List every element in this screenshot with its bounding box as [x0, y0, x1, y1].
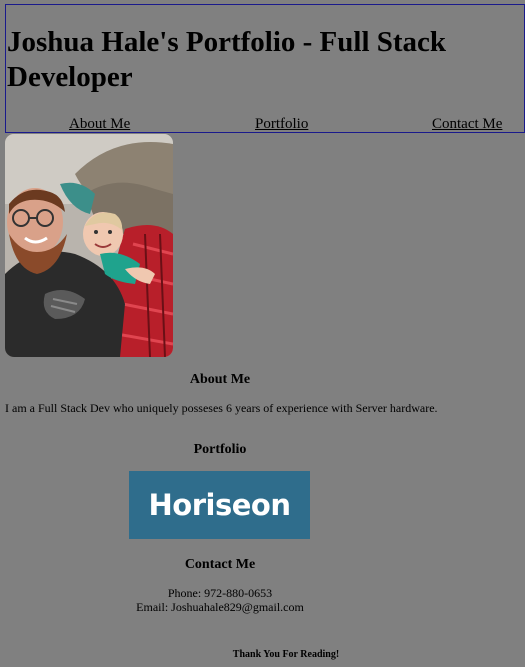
portfolio-heading: Portfolio [193, 442, 247, 457]
contact-email: Email: Joshuahale829@gmail.com [136, 600, 304, 614]
profile-photo-image [5, 134, 173, 357]
footer-message: Thank You For Reading! [232, 649, 340, 660]
about-text: I am a Full Stack Dev who uniquely posse… [5, 401, 438, 415]
site-header: Joshua Hale's Portfolio - Full Stack Dev… [5, 4, 525, 133]
profile-photo [5, 134, 173, 357]
page-title: Joshua Hale's Portfolio - Full Stack Dev… [7, 26, 447, 93]
contact-heading: Contact Me [184, 557, 256, 572]
nav-link-about-me[interactable]: About Me [69, 115, 130, 133]
nav-link-contact-me[interactable]: Contact Me [432, 115, 502, 133]
about-heading: About Me [189, 372, 251, 387]
contact-phone: Phone: 972-880-0653 [167, 586, 273, 600]
horiseon-logo-text: Horiseon [148, 488, 291, 522]
nav-link-portfolio[interactable]: Portfolio [255, 115, 308, 133]
horiseon-project-logo[interactable]: Horiseon [129, 471, 310, 539]
